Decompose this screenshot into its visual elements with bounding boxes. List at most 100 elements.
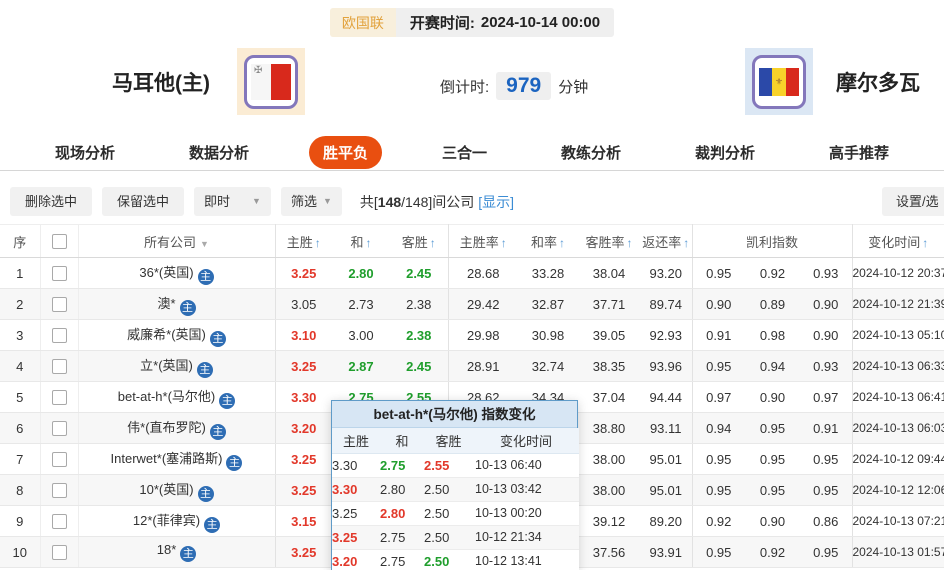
malta-flag-icon: ✠ (251, 64, 291, 100)
main-company-icon: 主 (180, 546, 196, 562)
history-change-time: 10-12 13:41 (473, 549, 579, 570)
tab-data-analysis[interactable]: 数据分析 (175, 136, 263, 169)
home-odds[interactable]: 3.05 (275, 289, 332, 320)
filter-dropdown[interactable]: 筛选 ▼ (281, 187, 342, 216)
chevron-down-icon: ▼ (252, 187, 261, 216)
row-checkbox[interactable] (52, 359, 67, 374)
popup-col-time: 变化时间 (473, 428, 579, 453)
away-rate: 37.56 (578, 537, 640, 568)
kelly-home: 0.94 (692, 413, 745, 444)
table-row: 4 立*(英国)主 3.25 2.87 2.45 28.91 32.74 38.… (0, 351, 944, 382)
company-name[interactable]: 18* (157, 542, 177, 557)
draw-odds[interactable]: 3.00 (332, 320, 390, 351)
col-draw-rate[interactable]: 和率↑ (518, 225, 578, 258)
col-away-rate[interactable]: 客胜率↑ (578, 225, 640, 258)
col-home-rate[interactable]: 主胜率↑ (448, 225, 518, 258)
away-odds[interactable]: 2.45 (390, 258, 448, 289)
delete-selected-button[interactable]: 删除选中 (10, 187, 92, 216)
popup-history-row: 3.30 2.75 2.55 10-13 06:40 (332, 453, 579, 477)
main-company-icon: 主 (210, 331, 226, 347)
col-away-odds[interactable]: 客胜↑ (390, 225, 448, 258)
change-time: 2024-10-13 07:21 (852, 506, 944, 537)
tab-live-analysis[interactable]: 现场分析 (41, 136, 129, 169)
kelly-draw: 0.92 (745, 537, 800, 568)
league-badge: 欧国联 (330, 8, 396, 37)
draw-rate: 32.74 (518, 351, 578, 382)
company-name[interactable]: 12*(菲律宾) (133, 513, 200, 528)
kelly-draw: 0.92 (745, 258, 800, 289)
tab-coach-analysis[interactable]: 教练分析 (547, 136, 635, 169)
time-filter-dropdown[interactable]: 即时 ▼ (194, 187, 271, 216)
home-odds[interactable]: 3.10 (275, 320, 332, 351)
company-name[interactable]: 立*(英国) (140, 358, 193, 373)
main-company-icon: 主 (180, 300, 196, 316)
away-odds[interactable]: 2.45 (390, 351, 448, 382)
away-odds[interactable]: 2.38 (390, 289, 448, 320)
tab-referee-analysis[interactable]: 裁判分析 (681, 136, 769, 169)
away-flag-container: ⚜ (745, 48, 813, 115)
home-odds[interactable]: 3.25 (275, 444, 332, 475)
home-odds[interactable]: 3.25 (275, 258, 332, 289)
row-checkbox[interactable] (52, 514, 67, 529)
row-checkbox[interactable] (52, 297, 67, 312)
kelly-home: 0.95 (692, 444, 745, 475)
row-checkbox[interactable] (52, 452, 67, 467)
main-company-icon: 主 (219, 393, 235, 409)
tab-win-draw-lose[interactable]: 胜平负 (309, 136, 382, 169)
draw-odds[interactable]: 2.73 (332, 289, 390, 320)
history-home-odds: 3.30 (332, 477, 380, 501)
draw-rate: 32.87 (518, 289, 578, 320)
popup-col-draw: 和 (380, 428, 424, 453)
home-odds[interactable]: 3.30 (275, 382, 332, 413)
draw-odds[interactable]: 2.87 (332, 351, 390, 382)
history-change-time: 10-13 06:40 (473, 453, 579, 477)
return-rate: 89.20 (640, 506, 692, 537)
home-odds[interactable]: 3.15 (275, 506, 332, 537)
col-home-odds[interactable]: 主胜↑ (275, 225, 332, 258)
row-checkbox[interactable] (52, 545, 67, 560)
row-checkbox[interactable] (52, 483, 67, 498)
row-checkbox[interactable] (52, 421, 67, 436)
row-number: 4 (0, 351, 40, 382)
company-name[interactable]: bet-at-h*(马尔他) (118, 389, 216, 404)
col-return-rate[interactable]: 返还率↑ (640, 225, 692, 258)
company-name[interactable]: Interwet*(塞浦路斯) (111, 451, 223, 466)
keep-selected-button[interactable]: 保留选中 (102, 187, 184, 216)
row-checkbox[interactable] (52, 328, 67, 343)
company-name[interactable]: 澳* (157, 296, 175, 311)
home-odds[interactable]: 3.25 (275, 537, 332, 568)
row-number: 7 (0, 444, 40, 475)
show-link[interactable]: [显示] (478, 194, 514, 210)
return-rate: 93.96 (640, 351, 692, 382)
home-odds[interactable]: 3.25 (275, 351, 332, 382)
col-draw-odds[interactable]: 和↑ (332, 225, 390, 258)
col-index: 序 (0, 225, 40, 258)
company-name[interactable]: 10*(英国) (139, 482, 193, 497)
select-all-checkbox[interactable] (52, 234, 67, 249)
away-odds[interactable]: 2.38 (390, 320, 448, 351)
home-odds[interactable]: 3.25 (275, 475, 332, 506)
away-rate: 37.71 (578, 289, 640, 320)
kelly-draw: 0.89 (745, 289, 800, 320)
tab-three-in-one[interactable]: 三合一 (428, 136, 501, 169)
settings-button[interactable]: 设置/选 (882, 187, 944, 216)
home-odds[interactable]: 3.20 (275, 413, 332, 444)
history-change-time: 10-13 00:20 (473, 501, 579, 525)
company-name[interactable]: 36*(英国) (139, 265, 193, 280)
tab-expert-picks[interactable]: 高手推荐 (815, 136, 903, 169)
row-checkbox[interactable] (52, 390, 67, 405)
draw-rate: 30.98 (518, 320, 578, 351)
draw-odds[interactable]: 2.80 (332, 258, 390, 289)
row-checkbox[interactable] (52, 266, 67, 281)
col-change-time[interactable]: 变化时间↑ (852, 225, 944, 258)
col-company[interactable]: 所有公司▼ (78, 225, 275, 258)
company-name[interactable]: 威廉希*(英国) (127, 327, 206, 342)
kelly-home: 0.92 (692, 506, 745, 537)
return-rate: 95.01 (640, 444, 692, 475)
teams-header: 马耳他(主) ✠ 倒计时: 979 分钟 ⚜ 摩尔多瓦 (0, 45, 944, 121)
history-draw-odds: 2.80 (380, 501, 424, 525)
table-row: 1 36*(英国)主 3.25 2.80 2.45 28.68 33.28 38… (0, 258, 944, 289)
change-time: 2024-10-13 06:33 (852, 351, 944, 382)
company-name[interactable]: 伟*(直布罗陀) (127, 420, 206, 435)
home-rate: 29.98 (448, 320, 518, 351)
